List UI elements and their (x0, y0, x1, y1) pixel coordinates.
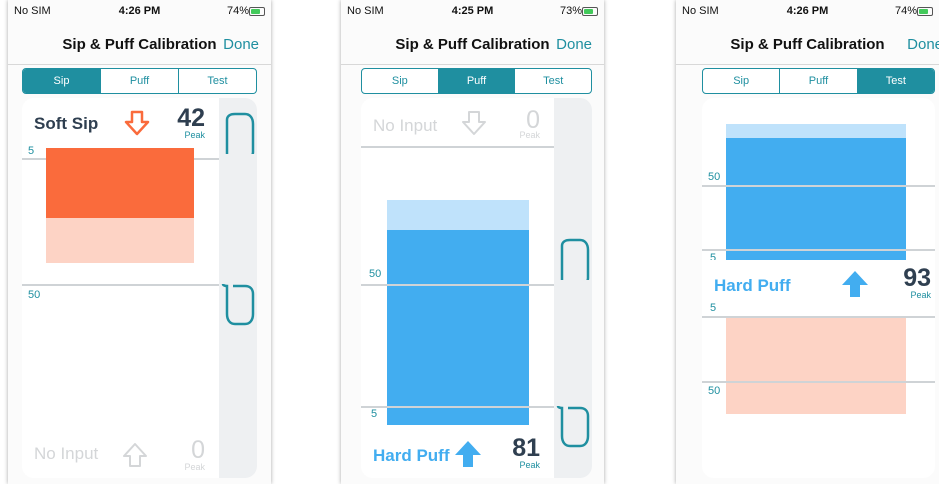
row-label: Hard Puff (714, 276, 791, 295)
threshold-line-5 (361, 406, 554, 408)
calibration-panel: No Input 0 Peak 50 5 Hard Puff 81 Peak (361, 98, 592, 478)
threshold-line-50 (361, 284, 554, 286)
tick-label: 5 (371, 408, 378, 420)
tab-sip[interactable]: Sip (23, 69, 101, 93)
row-label: Soft Sip (34, 114, 99, 133)
tab-puff[interactable]: Puff (438, 69, 516, 93)
tab-puff[interactable]: Puff (101, 69, 179, 93)
sip-peak-fill (46, 218, 194, 263)
soft-sip-row: Soft Sip 42 Peak (22, 98, 219, 146)
tick-label: 50 (369, 268, 382, 280)
status-bar: No SIM 4:26 PM 74% (676, 0, 939, 22)
peak-unit-label: Peak (519, 460, 540, 470)
tab-sip[interactable]: Sip (703, 69, 781, 93)
puff-level-fill (387, 230, 529, 425)
done-button[interactable]: Done (556, 36, 592, 53)
arrow-up-solid-icon (455, 441, 481, 467)
tick-label: 50 (708, 385, 721, 397)
calibration-panel: Soft Sip 42 Peak 5 50 No Input 0 Peak (22, 98, 257, 478)
done-button[interactable]: Done (223, 36, 259, 53)
status-bar: No SIM 4:25 PM 73% (341, 0, 604, 22)
threshold-line-50 (702, 381, 935, 383)
hard-puff-row: Hard Puff 81 Peak (361, 428, 554, 478)
test-panel: 50 5 Hard Puff 93 Peak 5 50 (702, 98, 935, 478)
battery-percent: 73% (559, 5, 582, 17)
page-title: Sip & Puff Calibration (730, 36, 885, 53)
peak-value: 93 (903, 264, 931, 292)
row-label: No Input (373, 116, 438, 135)
sip-level-fill (46, 148, 194, 218)
peak-unit-label: Peak (910, 290, 931, 300)
tab-test[interactable]: Test (857, 69, 934, 93)
puff-peak-fill (726, 124, 906, 138)
battery-icon (582, 7, 598, 16)
threshold-handle[interactable] (221, 112, 255, 154)
arrow-down-outline-icon (462, 111, 486, 135)
battery-percent: 74% (894, 5, 917, 17)
battery-icon (249, 7, 265, 16)
no-input-row: No Input 0 Peak (22, 428, 219, 478)
battery-percent: 74% (226, 5, 249, 17)
peak-value: 81 (512, 434, 540, 462)
peak-unit-label: Peak (184, 462, 205, 472)
threshold-line-50 (702, 185, 935, 187)
tick-label: 5 (710, 302, 717, 314)
threshold-line-5 (702, 249, 935, 251)
mode-segmented-control: Sip Puff Test (361, 68, 592, 94)
divider-line (361, 146, 554, 148)
peak-value: 42 (177, 104, 205, 132)
peak-unit-label: Peak (184, 130, 205, 140)
phone-screen-sip: No SIM 4:26 PM 74% Sip & Puff Calibratio… (8, 0, 271, 484)
threshold-handle[interactable] (556, 406, 590, 448)
tab-test[interactable]: Test (179, 69, 256, 93)
puff-peak-fill (387, 200, 529, 230)
no-input-row: No Input 0 Peak (361, 98, 554, 146)
row-label: No Input (34, 444, 99, 463)
peak-unit-label: Peak (519, 130, 540, 140)
tick-label: 50 (28, 289, 41, 301)
mode-segmented-control: Sip Puff Test (702, 68, 935, 94)
tab-sip[interactable]: Sip (362, 69, 439, 93)
threshold-line-50 (22, 284, 219, 286)
threshold-handle[interactable] (221, 284, 255, 326)
phone-screen-puff: No SIM 4:25 PM 73% Sip & Puff Calibratio… (341, 0, 604, 484)
done-button[interactable]: Done (907, 36, 939, 53)
puff-level-fill (726, 138, 906, 260)
status-bar: No SIM 4:26 PM 74% (8, 0, 271, 22)
nav-bar: Sip & Puff Calibration Done (676, 24, 939, 65)
mode-segmented-control: Sip Puff Test (22, 68, 257, 94)
tab-test[interactable]: Test (515, 69, 591, 93)
tick-label: 5 (28, 145, 35, 157)
threshold-handle[interactable] (556, 238, 590, 280)
tab-puff[interactable]: Puff (780, 69, 858, 93)
peak-value: 0 (191, 436, 205, 464)
arrow-up-outline-icon (123, 443, 147, 467)
row-label: Hard Puff (373, 446, 450, 465)
battery-icon (917, 7, 933, 16)
phone-screen-test: No SIM 4:26 PM 74% Sip & Puff Calibratio… (676, 0, 939, 484)
nav-bar: Sip & Puff Calibration Done (8, 24, 271, 65)
sip-peak-fill (726, 318, 906, 414)
nav-bar: Sip & Puff Calibration Done (341, 24, 604, 65)
tick-label: 50 (708, 171, 721, 183)
hard-puff-row: Hard Puff 93 Peak (702, 260, 935, 310)
arrow-down-outline-icon (124, 110, 150, 136)
arrow-up-solid-icon (842, 271, 868, 297)
